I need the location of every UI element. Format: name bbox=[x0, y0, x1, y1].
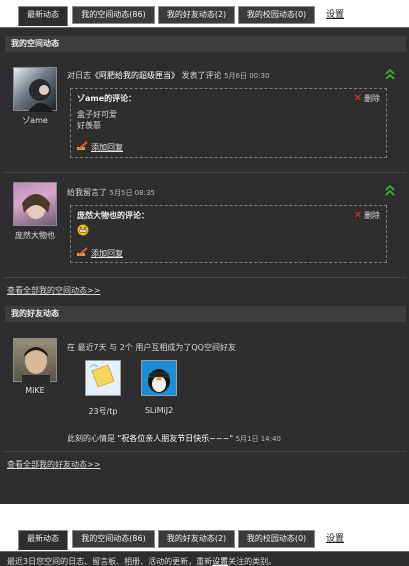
comment-box: 庞然大物也的评论： ✕ 删除 添加回复 bbox=[70, 205, 387, 263]
feed-panel-bottom: 最新动态 我的空间动态(86) 我的好友动态(2) 我的校园动态(0) 设置 最… bbox=[0, 524, 409, 566]
tab-my-space[interactable]: 我的空间动态(86) bbox=[72, 530, 155, 548]
avatar[interactable] bbox=[13, 182, 57, 226]
divider bbox=[5, 172, 406, 173]
qq-penguin-icon bbox=[142, 361, 176, 395]
delete-label: 删除 bbox=[364, 211, 380, 220]
friend-summary: 在 最近7天 与 2个 用户互相成为了QQ空间好友 bbox=[67, 343, 236, 352]
divider bbox=[5, 451, 406, 452]
friend-avatar[interactable] bbox=[141, 360, 177, 396]
mood-prefix: 此刻的心情是 bbox=[67, 434, 115, 443]
delete-label: 删除 bbox=[364, 94, 380, 103]
tab-my-campus[interactable]: 我的校园动态(0) bbox=[238, 6, 315, 24]
add-reply-link[interactable]: 添加回复 bbox=[77, 141, 123, 153]
pen-reply-icon bbox=[77, 141, 88, 150]
section-header-friends: 我的好友动态 bbox=[5, 306, 406, 322]
avatar[interactable] bbox=[13, 338, 57, 383]
reply-label: 添加回复 bbox=[91, 249, 123, 258]
view-all-friends-link[interactable]: 查看全部我的好友动态>> bbox=[7, 459, 100, 470]
friend-name[interactable]: SLiMiJ2 bbox=[134, 406, 184, 415]
activity-line: 给我留言了 5月5日 08:35 bbox=[67, 187, 155, 198]
username[interactable]: 庞然大物也 bbox=[8, 230, 62, 241]
avatar-image bbox=[28, 79, 54, 112]
pen-reply-icon bbox=[77, 247, 88, 256]
divider bbox=[5, 277, 406, 278]
action-suffix: 发表了评论 bbox=[181, 71, 222, 80]
blog-link[interactable]: 《阿肥给我的超级匣当》 bbox=[91, 71, 179, 80]
hint-settings-link[interactable]: 设置 bbox=[212, 557, 228, 566]
comment-box: ゾame的评论： ✕ 删除 盒子好可爱 好羡慕 添加回复 bbox=[70, 88, 387, 158]
yellow-note-icon bbox=[86, 361, 120, 395]
avatar-image bbox=[22, 194, 50, 219]
comment-title: 庞然大物也的评论： bbox=[77, 211, 149, 220]
action-prefix: 对日志 bbox=[67, 71, 91, 80]
friend-name[interactable]: 23号/tp bbox=[78, 406, 128, 417]
delete-button[interactable]: ✕ 删除 bbox=[354, 210, 380, 221]
username[interactable]: ゾame bbox=[8, 115, 62, 126]
tab-my-space[interactable]: 我的空间动态(86) bbox=[72, 6, 155, 24]
tab-bar: 最新动态 我的空间动态(86) 我的好友动态(2) 我的校园动态(0) 设置 bbox=[0, 0, 409, 28]
section-title: 我的空间动态 bbox=[11, 39, 59, 48]
tab-bar: 最新动态 我的空间动态(86) 我的好友动态(2) 我的校园动态(0) 设置 bbox=[0, 524, 409, 552]
delete-button[interactable]: ✕ 删除 bbox=[354, 93, 380, 104]
friend-avatar[interactable] bbox=[85, 360, 121, 396]
delete-x-icon: ✕ bbox=[353, 93, 362, 104]
tab-latest[interactable]: 最新动态 bbox=[18, 530, 68, 550]
action-prefix: 给我留言了 bbox=[67, 188, 107, 197]
timestamp: 5月5日 08:35 bbox=[109, 189, 155, 197]
comment-line: 好羡慕 bbox=[77, 121, 101, 130]
update-hint: 最近3日您空间的日志、留言板、相册、活动的更新，重新设置关注的类别。 bbox=[7, 556, 276, 566]
reply-label: 添加回复 bbox=[91, 143, 123, 152]
tab-my-campus[interactable]: 我的校园动态(0) bbox=[238, 530, 315, 548]
username[interactable]: MiKE bbox=[8, 386, 62, 395]
section-title: 我的好友动态 bbox=[11, 309, 59, 318]
timestamp: 5月1日 14:40 bbox=[235, 435, 281, 443]
delete-x-icon: ✕ bbox=[353, 210, 362, 221]
avatar-image bbox=[22, 347, 50, 383]
add-reply-link[interactable]: 添加回复 bbox=[77, 247, 123, 259]
settings-link[interactable]: 设置 bbox=[326, 7, 344, 23]
collapse-up-icon[interactable] bbox=[385, 184, 395, 196]
avatar[interactable] bbox=[13, 67, 57, 112]
activity-line: 对日志《阿肥给我的超级匣当》 发表了评论 5月6日 00:30 bbox=[67, 70, 269, 81]
view-all-space-link[interactable]: 查看全部我的空间动态>> bbox=[7, 285, 100, 296]
collapse-up-icon[interactable] bbox=[385, 68, 395, 80]
feed-panel: 最新动态 我的空间动态(86) 我的好友动态(2) 我的校园动态(0) 设置 我… bbox=[0, 0, 409, 504]
section-header-space: 我的空间动态 bbox=[5, 36, 406, 52]
timestamp: 5月6日 00:30 bbox=[224, 72, 270, 80]
mood-text: "祝各位亲人朋友节日快乐~~~" bbox=[117, 434, 234, 443]
smiley-icon bbox=[77, 224, 89, 236]
hint-suffix: 关注的类别。 bbox=[228, 557, 277, 566]
comment-title: ゾame的评论： bbox=[77, 94, 137, 103]
tab-my-friends[interactable]: 我的好友动态(2) bbox=[158, 6, 235, 24]
hint-prefix: 最近3日您空间的日志、留言板、相册、活动的更新，重新 bbox=[7, 557, 213, 566]
mood-line: 此刻的心情是 "祝各位亲人朋友节日快乐~~~" 5月1日 14:40 bbox=[67, 433, 281, 444]
tab-latest[interactable]: 最新动态 bbox=[18, 6, 68, 26]
settings-link[interactable]: 设置 bbox=[326, 531, 344, 547]
comment-line: 盒子好可爱 bbox=[77, 110, 117, 119]
tab-my-friends[interactable]: 我的好友动态(2) bbox=[158, 530, 235, 548]
